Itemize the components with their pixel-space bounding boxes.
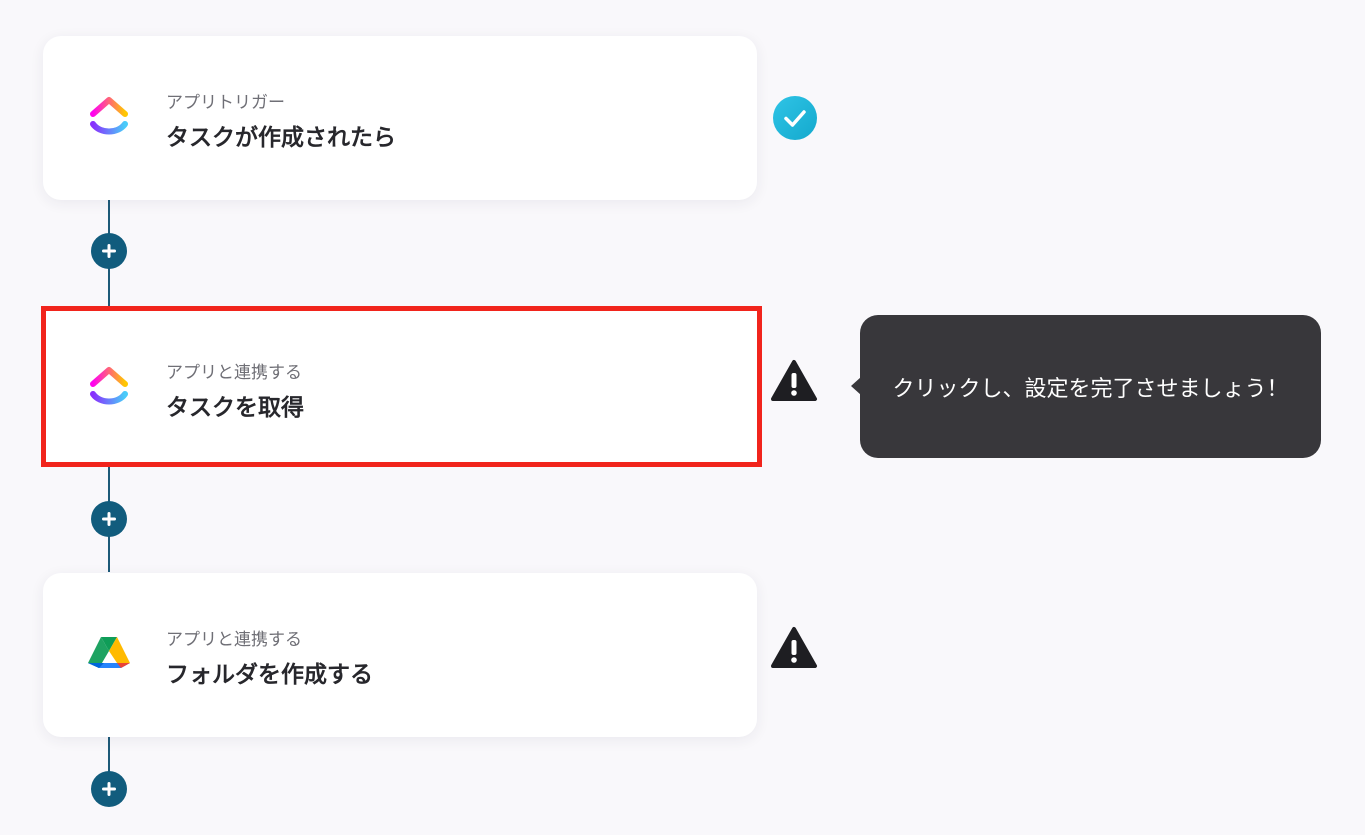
step-type-label: アプリトリガー [166,93,285,113]
warning-icon [771,360,817,401]
google-drive-icon [88,637,130,668]
plus-icon [102,244,116,258]
plus-icon [102,782,116,796]
add-step-button[interactable] [91,771,127,807]
plus-icon [102,512,116,526]
warning-icon [771,627,817,668]
add-step-button[interactable] [91,501,127,537]
step-type-label: アプリと連携する [166,363,302,383]
flow-step-trigger[interactable]: アプリトリガー タスクが作成されたら [43,36,757,200]
setup-hint-tooltip: クリックし、設定を完了させましょう！ [851,315,1321,458]
add-step-button[interactable] [91,233,127,269]
flow-step-get-task[interactable]: アプリと連携する タスクを取得 [41,306,762,467]
clickup-icon [90,97,128,135]
clickup-icon [90,367,128,405]
step-title: タスクを取得 [166,395,304,421]
step-title: フォルダを作成する [166,662,373,688]
flow-step-create-folder[interactable]: アプリと連携する フォルダを作成する [43,573,757,737]
check-circle-icon [773,96,817,140]
tooltip-text: クリックし、設定を完了させましょう！ [892,376,1289,402]
step-type-label: アプリと連携する [166,630,302,650]
step-title: タスクが作成されたら [166,125,396,151]
